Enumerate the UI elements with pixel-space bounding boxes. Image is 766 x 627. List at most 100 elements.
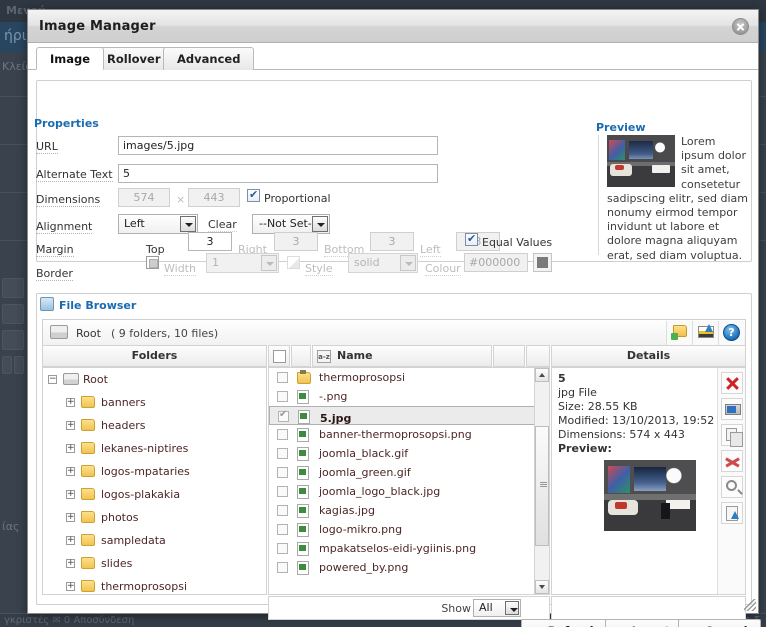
file-list-row[interactable]: -.png [269,387,535,406]
folder-tree-label: thermoprosopsi [101,580,188,593]
resize-grip[interactable] [744,599,756,611]
folder-tree-pane[interactable]: − Root + banners + headers + lekanes-niptires + l… [42,367,267,595]
upload-image-button[interactable] [692,321,718,345]
tab-advanced[interactable]: Advanced [163,47,255,70]
border-checkbox[interactable] [146,256,159,269]
file-list-row[interactable]: logo-mikro.png [269,520,535,539]
folder-tree-item-photos[interactable]: + photos [43,506,266,529]
preview-thumbnail [607,135,675,187]
folder-tree-label: photos [101,511,139,524]
file-row-checkbox[interactable] [277,372,288,383]
expand-icon[interactable]: + [66,559,75,568]
file-row-checkbox[interactable] [277,429,288,440]
folder-tree-item-banners[interactable]: + banners [43,391,266,414]
file-list-scrollbar[interactable] [534,368,549,594]
file-list-row[interactable]: thermoprosopsi [269,368,535,387]
dimensions-width-input[interactable]: 574 [118,188,170,207]
clear-select[interactable]: --Not Set-- [252,214,330,234]
file-list-row[interactable]: mpakatselos-eidi-ygiinis.png [269,539,535,558]
file-row-checkbox[interactable] [277,486,288,497]
file-list-pane[interactable]: thermoprosopsi -.png 5.jpg banner-thermopro… [268,367,550,595]
alt-text-input[interactable]: 5 [118,164,438,183]
folder-tree-item-sampledata[interactable]: + sampledata [43,529,266,552]
file-list-row[interactable]: powered_by.png [269,558,535,577]
folder-tree-item-headers[interactable]: + headers [43,414,266,437]
file-list-row[interactable]: kagias.jpg [269,501,535,520]
margin-top-input[interactable]: 3 [188,232,232,251]
border-style-select[interactable]: solid [348,253,418,273]
dimensions-height-input[interactable]: 443 [188,188,240,207]
view-icon[interactable] [721,476,743,498]
detail-filetype: jpg File [558,386,597,399]
scroll-up-button[interactable] [535,368,549,382]
expand-icon[interactable]: + [66,536,75,545]
file-name-label: thermoprosopsi [319,371,406,384]
folder-tree-label: Root [83,373,108,386]
folder-tree: − Root + banners + headers + lekanes-niptires + l… [43,368,266,594]
upload-file-icon[interactable] [721,502,743,524]
show-select[interactable]: All [473,599,521,617]
folder-icon [81,442,95,454]
folder-tree-item-root[interactable]: − Root [43,368,266,391]
folder-icon [81,396,95,408]
tab-image[interactable]: Image [36,47,105,70]
folder-tree-item-logos-mpataries[interactable]: + logos-mpataries [43,460,266,483]
cancel-button[interactable]: ✖ Cancel [678,619,761,627]
cut-glyph [725,454,740,469]
file-row-checkbox[interactable] [277,543,288,554]
delete-icon[interactable] [721,372,743,394]
cut-icon[interactable] [721,450,743,472]
refresh-button[interactable]: ↻ Refresh [521,619,611,627]
folder-tree-item-logos-plakakia[interactable]: + logos-plakakia [43,483,266,506]
close-icon[interactable] [732,18,749,35]
help-button[interactable]: ? [718,321,744,345]
border-colour-input[interactable]: #000000 [464,253,528,272]
insert-button[interactable]: ✔ Insert [605,619,683,627]
colour-swatch-button[interactable] [533,253,552,272]
dimensions-separator: × [176,193,186,206]
folder-tree-item-slides[interactable]: + slides [43,552,266,575]
copy-icon[interactable] [721,424,743,447]
file-list-row[interactable]: banner-thermoprosopsi.png [269,425,535,444]
file-list-row[interactable]: 5.jpg [269,406,535,425]
proportional-checkbox[interactable] [247,188,260,202]
folder-tree-item-lekanes-niptires[interactable]: + lekanes-niptires [43,437,266,460]
folder-tree-label: logos-plakakia [101,488,181,501]
select-all-checkbox[interactable] [273,350,286,363]
file-list-row[interactable]: joomla_logo_black.jpg [269,482,535,501]
expand-icon[interactable]: + [66,513,75,522]
expand-icon[interactable]: + [66,421,75,430]
file-row-checkbox[interactable] [277,524,288,535]
file-row-checkbox[interactable] [277,448,288,459]
expand-icon[interactable]: + [66,444,75,453]
equal-values-label: Equal Values [482,236,553,249]
file-row-checkbox[interactable] [277,562,288,573]
file-list-row[interactable]: joomla_black.gif [269,444,535,463]
sort-az-icon[interactable]: a-z [317,350,331,363]
margin-right-input[interactable]: 3 [274,232,318,251]
file-icon [297,504,309,518]
scroll-thumb[interactable] [535,426,549,546]
file-icon [297,542,309,556]
upload-glyph [726,506,739,521]
expand-icon[interactable]: + [66,490,75,499]
collapse-icon[interactable]: − [48,375,57,384]
alignment-value: Left [124,217,145,230]
new-folder-button[interactable] [666,321,692,345]
file-list-row[interactable]: joomla_green.gif [269,463,535,482]
file-row-checkbox[interactable] [277,505,288,516]
rename-icon[interactable] [721,398,743,420]
expand-icon[interactable]: + [66,582,75,591]
file-row-checkbox[interactable] [277,467,288,478]
expand-icon[interactable]: + [66,467,75,476]
url-input[interactable]: images/5.jpg [118,136,438,155]
border-width-select[interactable]: 1 [206,253,279,273]
equal-values-checkbox[interactable] [465,232,478,246]
expand-icon[interactable]: + [66,398,75,407]
alignment-select[interactable]: Left [118,214,198,234]
scroll-down-button[interactable] [535,580,549,594]
folder-tree-item-thermoprosopsi[interactable]: + thermoprosopsi [43,575,266,594]
file-row-checkbox[interactable] [278,409,289,422]
file-row-checkbox[interactable] [277,391,288,402]
margin-bottom-input[interactable]: 3 [370,232,414,251]
